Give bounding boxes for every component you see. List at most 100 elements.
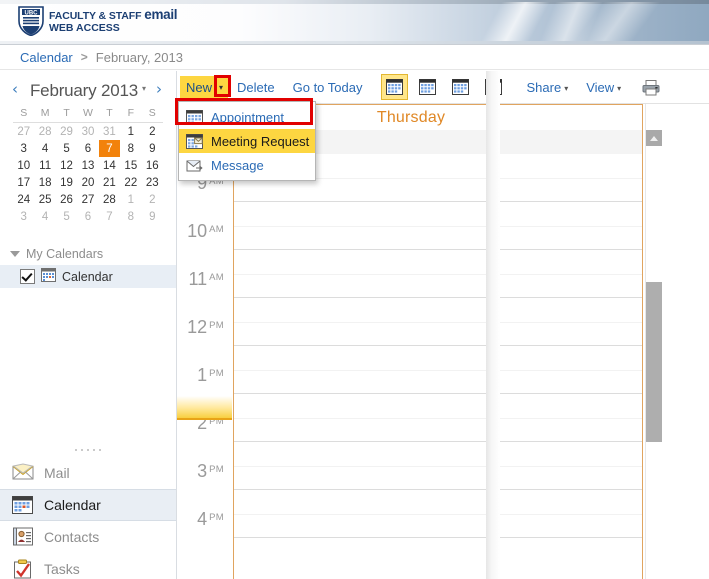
mini-calendar-day-cell[interactable]: 9 bbox=[142, 140, 163, 157]
ubc-shield-icon: UBC bbox=[18, 6, 44, 36]
mini-calendar-day-cell[interactable]: 6 bbox=[77, 208, 98, 225]
scroll-up-triangle bbox=[650, 135, 658, 141]
mini-calendar-day-cell[interactable]: 18 bbox=[34, 174, 55, 191]
day-view-button[interactable] bbox=[381, 74, 409, 100]
nav-item-contacts[interactable]: Contacts bbox=[0, 521, 176, 553]
nav-item-label: Calendar bbox=[44, 497, 101, 513]
mini-calendar-day-cell[interactable]: 28 bbox=[99, 191, 120, 208]
breadcrumb-root-link[interactable]: Calendar bbox=[20, 50, 73, 65]
mini-calendar-day-cell[interactable]: 7 bbox=[99, 208, 120, 225]
mini-calendar-day-cell[interactable]: 20 bbox=[77, 174, 98, 191]
my-calendars-header[interactable]: My Calendars bbox=[0, 243, 176, 265]
mini-calendar-day-cell[interactable]: 8 bbox=[120, 140, 141, 157]
hour-slot[interactable] bbox=[234, 202, 642, 250]
new-dropdown-menu[interactable]: Appointment Meeting Request Message bbox=[178, 101, 316, 181]
mini-calendar-day-cell[interactable]: 12 bbox=[56, 157, 77, 174]
calendar-checkbox[interactable] bbox=[20, 269, 35, 284]
mini-calendar-day-cell[interactable]: 8 bbox=[120, 208, 141, 225]
scroll-up-arrow-icon[interactable] bbox=[646, 130, 662, 146]
collapse-triangle-icon[interactable] bbox=[10, 251, 20, 257]
weekday-header: T bbox=[55, 106, 78, 123]
menu-item-meeting-request[interactable]: Meeting Request bbox=[179, 129, 315, 153]
menu-item-message[interactable]: Message bbox=[179, 153, 315, 177]
mini-calendar-day-cell[interactable]: 26 bbox=[56, 191, 77, 208]
current-time-marker bbox=[177, 396, 232, 420]
mini-calendar-day-cell[interactable]: 4 bbox=[34, 208, 55, 225]
mini-calendar-day-cell[interactable]: 2 bbox=[142, 191, 163, 208]
mini-calendar-day-cell[interactable]: 10 bbox=[13, 157, 34, 174]
nav-item-calendar[interactable]: Calendar bbox=[0, 489, 176, 521]
nav-item-label: Tasks bbox=[44, 561, 80, 577]
menu-item-label: Meeting Request bbox=[211, 133, 310, 149]
meeting-request-icon bbox=[186, 133, 203, 149]
calendar-list-item[interactable]: Calendar bbox=[0, 265, 176, 288]
nav-item-tasks[interactable]: Tasks bbox=[0, 553, 176, 579]
mini-calendar-day-cell[interactable]: 2 bbox=[142, 123, 163, 141]
mini-calendar-caret-icon[interactable]: ▾ bbox=[142, 84, 146, 93]
mini-calendar-week-row: 17 18 19 20 21 22 23 bbox=[13, 174, 163, 191]
mini-calendar-day-cell[interactable]: 25 bbox=[34, 191, 55, 208]
mini-calendar-day-cell[interactable]: 5 bbox=[56, 140, 77, 157]
mini-calendar-day-cell[interactable]: 27 bbox=[13, 123, 34, 141]
mini-calendar-day-cell[interactable]: 5 bbox=[56, 208, 77, 225]
share-menu-button[interactable]: Share ▾ bbox=[517, 80, 577, 95]
mini-calendar-day-cell[interactable]: 28 bbox=[34, 123, 55, 141]
mini-calendar-day-cell[interactable]: 3 bbox=[13, 208, 34, 225]
tasks-icon bbox=[12, 559, 34, 579]
mini-calendar-day-cell[interactable]: 31 bbox=[99, 123, 120, 141]
mini-calendar-day-cell[interactable]: 3 bbox=[13, 140, 34, 157]
vertical-scroll-thumb[interactable] bbox=[646, 282, 662, 442]
mini-calendar-day-cell[interactable]: 11 bbox=[34, 157, 55, 174]
mini-calendar-day-cell[interactable]: 14 bbox=[99, 157, 120, 174]
hour-divider bbox=[234, 537, 642, 538]
mini-calendar-day-cell[interactable]: 13 bbox=[77, 157, 98, 174]
mini-calendar-day-cell[interactable]: 23 bbox=[142, 174, 163, 191]
mini-calendar-day-cell[interactable]: 4 bbox=[34, 140, 55, 157]
mini-calendar-day-cell[interactable]: 6 bbox=[77, 140, 98, 157]
new-button[interactable]: New ▾ bbox=[180, 76, 229, 98]
hour-slot[interactable] bbox=[234, 250, 642, 298]
mini-calendar-day-cell[interactable]: 17 bbox=[13, 174, 34, 191]
mini-calendar-today-cell[interactable]: 7 bbox=[98, 140, 121, 157]
new-button-chevron-down-icon[interactable]: ▾ bbox=[219, 83, 223, 92]
hour-slot[interactable] bbox=[234, 490, 642, 538]
mini-calendar-day-cell[interactable]: 24 bbox=[13, 191, 34, 208]
mini-calendar-day-cell[interactable]: 16 bbox=[142, 157, 163, 174]
mini-calendar-day-cell[interactable]: 9 bbox=[142, 208, 163, 225]
mini-calendar-day-cell[interactable]: 22 bbox=[120, 174, 141, 191]
next-month-arrow-icon[interactable]: › bbox=[152, 82, 166, 97]
mini-calendar-day-cell[interactable]: 30 bbox=[77, 123, 98, 141]
hour-slot[interactable] bbox=[234, 394, 642, 442]
mini-calendar-day-cell[interactable]: 27 bbox=[77, 191, 98, 208]
work-week-view-button[interactable] bbox=[414, 74, 441, 100]
nav-item-mail[interactable]: Mail bbox=[0, 457, 176, 489]
calendar-item-label: Calendar bbox=[62, 269, 113, 284]
mini-calendar-day-cell[interactable]: 29 bbox=[56, 123, 77, 141]
prev-month-arrow-icon[interactable]: ‹ bbox=[8, 82, 22, 97]
mini-calendar-day-cell[interactable]: 1 bbox=[120, 191, 141, 208]
delete-button[interactable]: Delete bbox=[228, 80, 284, 95]
my-calendars-group: My Calendars Calendar bbox=[0, 243, 176, 288]
day-view-header-label: Thursday bbox=[376, 108, 446, 126]
mini-calendar-weekday-row: SMTWTFS bbox=[13, 106, 163, 123]
vertical-scrollbar[interactable] bbox=[645, 104, 662, 579]
mini-calendar-day-cell[interactable]: 21 bbox=[99, 174, 120, 191]
time-ampm: AM bbox=[209, 224, 224, 235]
mini-calendar-day-cell[interactable]: 1 bbox=[120, 123, 141, 141]
view-menu-button[interactable]: View ▾ bbox=[577, 80, 630, 95]
hour-slot[interactable] bbox=[234, 442, 642, 490]
time-slot-column[interactable] bbox=[233, 154, 643, 579]
week-view-button[interactable] bbox=[447, 74, 474, 100]
hour-slot[interactable] bbox=[234, 346, 642, 394]
go-to-today-button[interactable]: Go to Today bbox=[284, 80, 372, 95]
mini-calendar-title[interactable]: February 2013 bbox=[30, 81, 138, 101]
mini-calendar-day-cell[interactable]: 19 bbox=[56, 174, 77, 191]
hour-slot[interactable] bbox=[234, 298, 642, 346]
print-button[interactable] bbox=[642, 79, 660, 96]
menu-item-appointment[interactable]: Appointment bbox=[179, 105, 315, 129]
sidebar-splitter-handle[interactable] bbox=[0, 443, 176, 457]
mini-calendar-day-cell[interactable]: 15 bbox=[120, 157, 141, 174]
mini-calendar-grid: SMTWTFS 27 28 29 30 31 1 2 3 4 5 6 7 8 9 10 11 12 13 14 15 1… bbox=[13, 106, 163, 225]
half-hour-divider bbox=[234, 322, 642, 323]
mini-calendar: ‹ February 2013 ▾ › SMTWTFS 27 28 29 30 31 1 2 3… bbox=[0, 78, 176, 225]
